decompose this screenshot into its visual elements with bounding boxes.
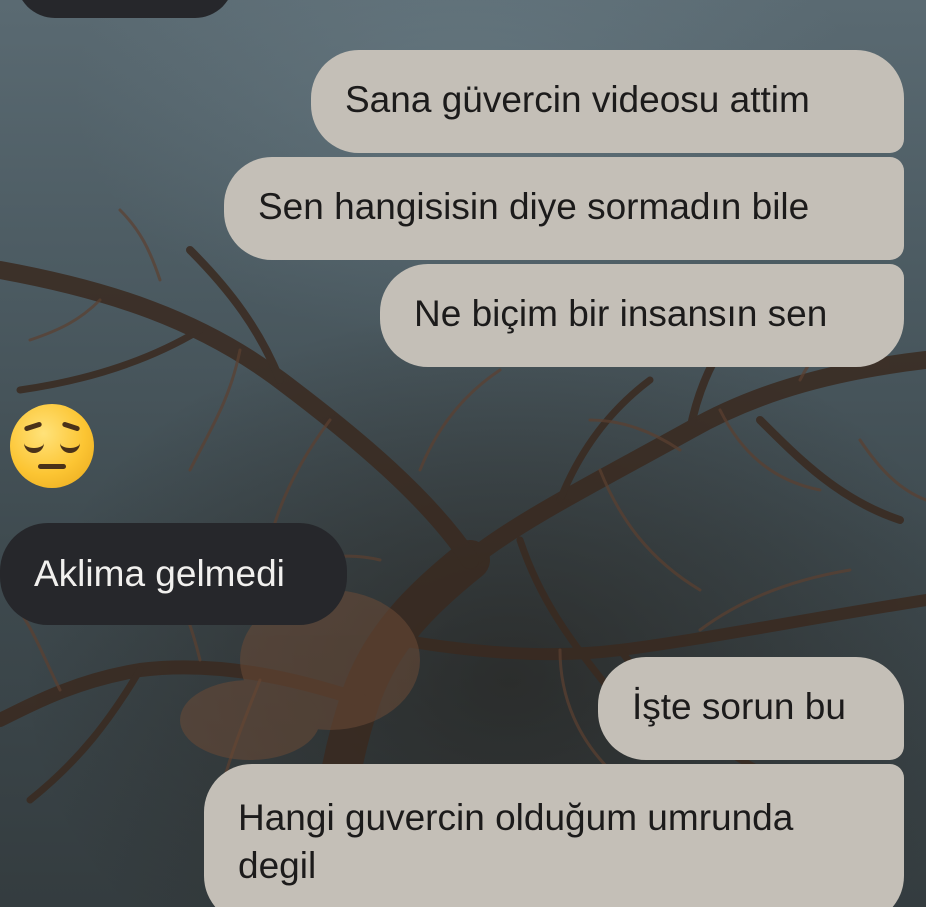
pensive-face-icon	[10, 404, 96, 490]
message-text: Sana güvercin videosu attim	[345, 79, 810, 120]
message-text: Aklima gelmedi	[34, 553, 285, 594]
message-bubble-incoming	[16, 0, 234, 18]
message-text: İşte sorun bu	[632, 686, 846, 727]
message-bubble-outgoing: Sana güvercin videosu attim	[311, 50, 904, 153]
message-text-line: degil	[238, 845, 317, 886]
message-bubble-outgoing: Hangi guvercin olduğum umrunda degil	[204, 764, 904, 907]
message-bubble-outgoing: İşte sorun bu	[598, 657, 904, 760]
chat-thread: Sana güvercin videosu attim Sen hangisis…	[0, 0, 926, 907]
message-bubble-outgoing: Sen hangisisin diye sormadın bile	[224, 157, 904, 260]
message-bubble-outgoing: Ne biçim bir insansın sen	[380, 264, 904, 367]
message-text-line: Hangi guvercin olduğum umrunda	[238, 797, 794, 838]
message-text: Ne biçim bir insansın sen	[414, 293, 828, 334]
message-text: Sen hangisisin diye sormadın bile	[258, 186, 810, 227]
message-bubble-incoming: Aklima gelmedi	[0, 523, 347, 625]
